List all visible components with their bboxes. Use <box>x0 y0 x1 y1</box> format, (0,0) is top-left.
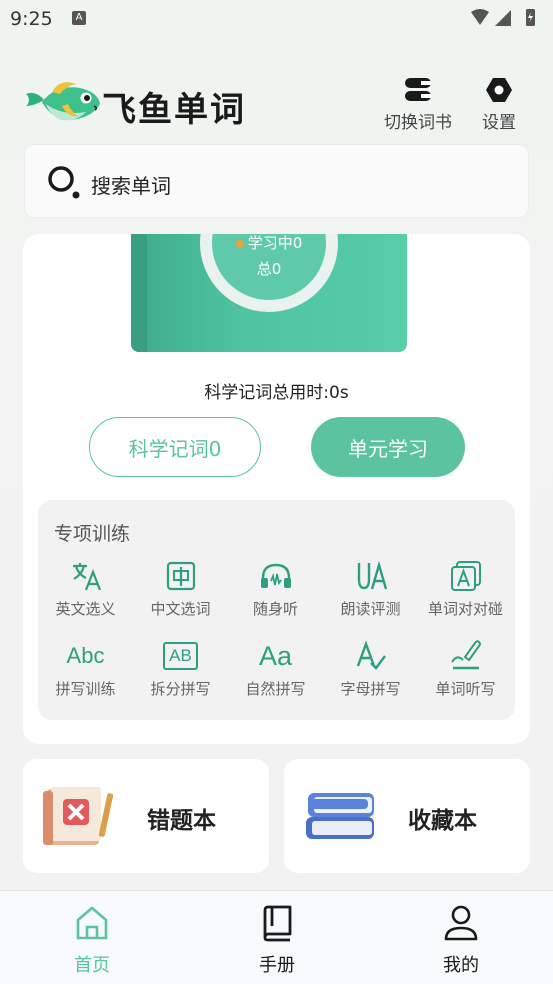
read-aloud-icon <box>357 561 387 590</box>
book-spine <box>131 234 147 352</box>
settings-button[interactable]: 设置 <box>476 76 522 133</box>
word-match-icon <box>450 561 481 591</box>
bottom-tab-bar: 首页 手册 我的 <box>0 890 553 984</box>
favorite-book-card[interactable]: 收藏本 <box>284 759 530 873</box>
status-time: 9:25 <box>10 8 53 30</box>
notification-a-icon: A <box>72 11 86 25</box>
headphones-icon <box>260 563 291 588</box>
search-bar[interactable]: 搜索单词 <box>24 144 529 218</box>
training-english-choice[interactable]: 英文选义 <box>38 558 133 619</box>
total-study-time: 科学记词总用时:0s <box>204 383 349 403</box>
progress-ring: 学习中0 总0 <box>200 234 338 312</box>
tab-manual-label: 手册 <box>259 955 295 976</box>
training-title: 专项训练 <box>54 523 131 545</box>
training-listen[interactable]: 随身听 <box>228 558 323 619</box>
search-input[interactable]: 搜索单词 <box>91 170 171 199</box>
learning-dot <box>235 239 244 248</box>
phonics-icon: Aa <box>258 640 293 671</box>
app-header: 飞鱼单词 切换词书 设置 <box>0 72 553 133</box>
favorite-book-icon <box>306 793 374 839</box>
training-letter-spelling[interactable]: 字母拼写 <box>323 638 418 699</box>
book-stack-icon <box>405 78 431 101</box>
learning-count: 学习中0 <box>247 234 303 252</box>
training-chinese-choice[interactable]: 中文选词 <box>133 558 228 619</box>
status-bar: 9:25 A <box>0 0 553 40</box>
training-phonics[interactable]: Aa 自然拼写 <box>228 638 323 699</box>
tab-mine[interactable]: 我的 <box>411 903 511 977</box>
science-memorize-button[interactable]: 科学记词0 <box>89 417 261 477</box>
translate-icon <box>72 563 101 591</box>
training-spelling[interactable]: Abc 拼写训练 <box>38 638 133 699</box>
training-read-aloud[interactable]: 朗读评测 <box>323 558 418 619</box>
flying-fish-logo-icon <box>26 82 100 121</box>
app-title: 飞鱼单词 <box>102 90 246 130</box>
book-cover: 学习中0 总0 <box>131 234 407 352</box>
training-word-match[interactable]: 单词对对碰 <box>418 558 513 619</box>
search-icon <box>48 166 80 199</box>
training-split-spelling[interactable]: AB 拆分拼写 <box>133 638 228 699</box>
training-dictation[interactable]: 单词听写 <box>418 638 513 699</box>
study-card: 学习中0 总0 科学记词总用时:0s 科学记词0 单元学习 专项训练 英文选义 … <box>23 234 530 744</box>
tab-manual[interactable]: 手册 <box>227 903 327 977</box>
special-training-panel: 专项训练 英文选义 中文选词 随身听 朗读评测 单词对对碰 Abc 拼写训练 A… <box>38 500 515 720</box>
gear-icon <box>486 78 512 102</box>
home-icon <box>76 906 108 940</box>
wrong-book-card[interactable]: 错题本 <box>23 759 269 873</box>
abc-icon: Abc <box>66 643 105 668</box>
dictation-icon <box>450 640 481 670</box>
user-icon <box>444 905 478 941</box>
favorite-book-label: 收藏本 <box>408 808 477 834</box>
tab-mine-label: 我的 <box>443 955 479 976</box>
tab-home-label: 首页 <box>74 955 110 976</box>
letter-spell-icon <box>356 640 386 670</box>
status-icons <box>471 9 535 26</box>
wrong-book-icon <box>43 787 114 845</box>
ab-split-icon: AB <box>163 642 198 670</box>
switch-book-button[interactable]: 切换词书 <box>378 76 458 133</box>
switch-book-label: 切换词书 <box>384 113 452 133</box>
settings-label: 设置 <box>482 113 516 133</box>
chinese-char-icon <box>166 561 195 591</box>
tab-home[interactable]: 首页 <box>42 903 142 977</box>
total-count: 总0 <box>256 260 282 278</box>
book-icon <box>263 905 292 942</box>
unit-study-button[interactable]: 单元学习 <box>311 417 465 477</box>
wrong-book-label: 错题本 <box>147 808 216 834</box>
